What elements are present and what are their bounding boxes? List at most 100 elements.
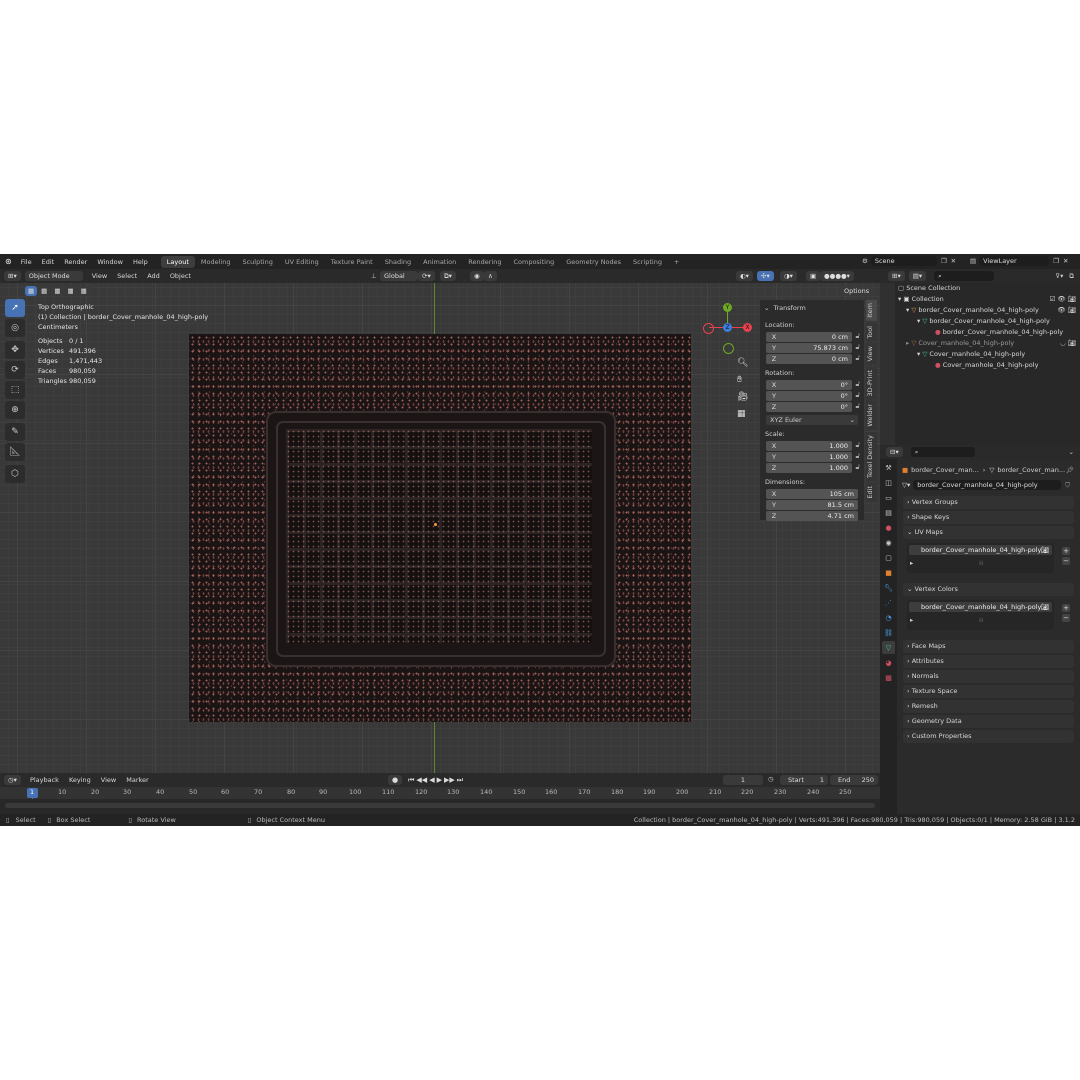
- rotation-x-field[interactable]: X 0°: [766, 380, 852, 390]
- overlay-toggle-icon[interactable]: ◑▾: [780, 271, 797, 281]
- camera-icon[interactable]: 📷︎: [1041, 602, 1049, 612]
- panel-face-maps[interactable]: › Face Maps: [903, 640, 1074, 653]
- mode-selector[interactable]: Object Mode: [24, 271, 83, 281]
- expand-list-icon[interactable]: ▸: [910, 616, 913, 624]
- object-visibility-icons[interactable]: 👁︎ 📷︎: [1057, 305, 1076, 316]
- rotate-tool-icon[interactable]: ⟳: [5, 361, 25, 379]
- jump-start-icon[interactable]: ⏮: [408, 776, 414, 785]
- new-collection-icon[interactable]: ⧉: [1069, 272, 1074, 281]
- lock-icon[interactable]: 🔓︎: [855, 380, 860, 389]
- dimension-x-field[interactable]: X 105 cm: [766, 489, 858, 499]
- tab-sculpting[interactable]: Sculpting: [236, 256, 278, 268]
- orientation-selector[interactable]: Global: [380, 271, 418, 281]
- lock-icon[interactable]: 🔓︎: [855, 354, 860, 363]
- panel-custom-properties[interactable]: › Custom Properties: [903, 730, 1074, 743]
- menu-file[interactable]: File: [16, 258, 37, 266]
- rotation-mode-dropdown[interactable]: XYZ Euler ⌄: [766, 415, 858, 425]
- resize-grip-icon[interactable]: ⁞⁞: [979, 616, 983, 624]
- perspective-grid-icon[interactable]: ▦: [737, 406, 748, 423]
- snap-icon[interactable]: ⧉▾: [440, 271, 456, 281]
- location-z-field[interactable]: Z 0 cm: [766, 354, 852, 364]
- timeline-ruler[interactable]: 1 10 20 30 40 50 60 70 80 90 100 110 120…: [0, 787, 880, 813]
- gizmo-x-axis[interactable]: X: [743, 323, 752, 332]
- menu-playback[interactable]: Playback: [25, 776, 64, 784]
- navigation-gizmo[interactable]: Y X Z: [703, 303, 753, 354]
- lock-icon[interactable]: 🔓︎: [855, 391, 860, 400]
- lock-icon[interactable]: 🔓︎: [855, 343, 860, 352]
- panel-geometry-data[interactable]: › Geometry Data: [903, 715, 1074, 728]
- tab-scripting[interactable]: Scripting: [627, 256, 668, 268]
- menu-add[interactable]: Add: [142, 272, 165, 280]
- outliner-row-scene-collection[interactable]: ▢ Scene Collection: [895, 283, 1080, 294]
- tab-layout[interactable]: Layout: [160, 255, 195, 268]
- properties-search-input[interactable]: ⌕: [910, 447, 975, 457]
- camera-icon[interactable]: 🎥︎: [737, 389, 748, 406]
- timeline-scrollbar[interactable]: [5, 803, 875, 808]
- proportional-edit-icon[interactable]: ◉: [470, 271, 484, 281]
- prev-keyframe-icon[interactable]: ◀◀: [416, 776, 427, 784]
- render-tab-icon[interactable]: ◫: [882, 476, 895, 489]
- constraints-tab-icon[interactable]: ⛓︎: [882, 626, 895, 639]
- scale-z-field[interactable]: Z 1.000: [766, 463, 852, 473]
- panel-uv-maps[interactable]: ⌄ UV Maps: [903, 526, 1074, 539]
- select-invert-icon[interactable]: ▦: [64, 286, 77, 296]
- remove-vertex-color-button[interactable]: −: [1062, 614, 1070, 622]
- lock-icon[interactable]: 🔓︎: [855, 441, 860, 450]
- scale-tool-icon[interactable]: ⬚: [5, 381, 25, 399]
- tab-tool[interactable]: Tool: [866, 322, 877, 342]
- clock-icon[interactable]: ◷: [768, 775, 774, 783]
- material-tab-icon[interactable]: ◕: [882, 656, 895, 669]
- falloff-icon[interactable]: ∧: [484, 271, 497, 281]
- menu-view[interactable]: View: [87, 272, 112, 280]
- menu-keying[interactable]: Keying: [64, 776, 96, 784]
- scale-y-field[interactable]: Y 1.000: [766, 452, 852, 462]
- select-extend-icon[interactable]: ▦: [38, 286, 51, 296]
- resize-grip-icon[interactable]: ⁞⁞: [979, 559, 983, 567]
- delete-viewlayer-icon[interactable]: ✕: [1063, 257, 1068, 265]
- tab-uv-editing[interactable]: UV Editing: [279, 256, 325, 268]
- manhole-mesh[interactable]: [189, 334, 691, 722]
- menu-window[interactable]: Window: [92, 258, 128, 266]
- tab-modeling[interactable]: Modeling: [195, 256, 237, 268]
- tool-tab-icon[interactable]: ⚒: [882, 461, 895, 474]
- lock-icon[interactable]: 🔓︎: [855, 463, 860, 472]
- menu-edit[interactable]: Edit: [37, 258, 60, 266]
- output-tab-icon[interactable]: ▭: [882, 491, 895, 504]
- panel-texture-space[interactable]: › Texture Space: [903, 685, 1074, 698]
- add-vertex-color-button[interactable]: +: [1062, 604, 1070, 612]
- lock-icon[interactable]: 🔓︎: [855, 402, 860, 411]
- rotation-y-field[interactable]: Y 0°: [766, 391, 852, 401]
- select-new-icon[interactable]: ▦: [25, 286, 38, 296]
- camera-icon[interactable]: 📷︎: [1041, 545, 1049, 555]
- object-visibility-icons[interactable]: ◡ 📷︎: [1060, 338, 1076, 349]
- location-y-field[interactable]: Y 75.873 cm: [766, 343, 852, 353]
- scene-tab-icon[interactable]: ●: [882, 521, 895, 534]
- vertex-color-item[interactable]: border_Cover_manhole_04_high-poly 📷︎: [909, 602, 1052, 612]
- menu-timeline-view[interactable]: View: [96, 776, 121, 784]
- new-viewlayer-icon[interactable]: ❐: [1053, 257, 1059, 265]
- panel-normals[interactable]: › Normals: [903, 670, 1074, 683]
- menu-help[interactable]: Help: [128, 258, 153, 266]
- select-intersect-icon[interactable]: ▦: [77, 286, 90, 296]
- xray-icon[interactable]: ▣: [806, 271, 821, 281]
- uv-map-item[interactable]: border_Cover_manhole_04_high-poly 📷︎: [909, 545, 1052, 555]
- viewlayer-field[interactable]: ViewLayer: [979, 256, 1050, 266]
- outliner-row-object[interactable]: ▾ ▽ border_Cover_manhole_04_high-poly 👁︎…: [895, 305, 1080, 316]
- outliner-row-mesh-data[interactable]: ▾ ▽ Cover_manhole_04_high-poly: [895, 349, 1080, 360]
- end-frame-field[interactable]: End 250: [830, 775, 878, 785]
- view-layer-tab-icon[interactable]: ▤: [882, 506, 895, 519]
- play-reverse-icon[interactable]: ◀: [429, 776, 434, 784]
- lock-icon[interactable]: 🔓︎: [855, 452, 860, 461]
- filter-icon[interactable]: ⊽▾: [1055, 272, 1063, 280]
- outliner-row-collection[interactable]: ▾ ▣ Collection ☑ 👁︎ 📷︎: [895, 294, 1080, 305]
- delete-scene-icon[interactable]: ✕: [951, 257, 956, 265]
- add-uv-map-button[interactable]: +: [1062, 547, 1070, 555]
- tab-geometry-nodes[interactable]: Geometry Nodes: [560, 256, 627, 268]
- collection-tab-icon[interactable]: ▢: [882, 551, 895, 564]
- collection-visibility-icons[interactable]: ☑ 👁︎ 📷︎: [1050, 294, 1076, 305]
- panel-vertex-groups[interactable]: › Vertex Groups: [903, 496, 1074, 509]
- visibility-icon[interactable]: ◐▾: [736, 271, 753, 281]
- menu-object[interactable]: Object: [165, 272, 196, 280]
- panel-shape-keys[interactable]: › Shape Keys: [903, 511, 1074, 524]
- world-tab-icon[interactable]: ◉: [882, 536, 895, 549]
